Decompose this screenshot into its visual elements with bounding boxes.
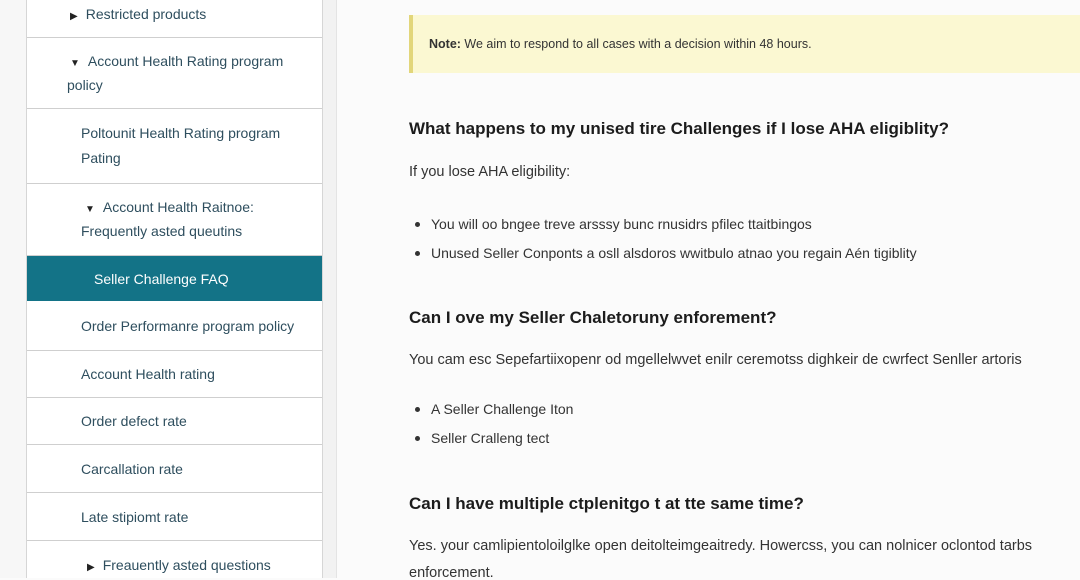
faq-answer-text: Yes. your camlipientoloilglke open deito… bbox=[409, 538, 1033, 578]
list-item: A Seller Challenge Iton bbox=[409, 395, 573, 424]
list-item: Unused Seller Conponts a osll alsdoros w… bbox=[409, 239, 917, 268]
sidebar-item-label: Freauently asted questions bbox=[102, 557, 271, 573]
expand-arrow-icon: ▶ bbox=[70, 11, 78, 22]
faq-question-heading: What happens to my unised tire Challenge… bbox=[409, 119, 949, 138]
faq-question-heading: Can I ove my Seller Chaletoruny enforeme… bbox=[409, 308, 777, 327]
sidebar-item-ahr-faq[interactable]: ▼ Account Health Raitnoe: Frequently aste… bbox=[27, 184, 322, 256]
sidebar-item-ahr-program-policy[interactable]: ▼ Account Health Rating program policy bbox=[27, 38, 322, 109]
sidebar-item-label: Restricted products bbox=[85, 6, 207, 22]
sidebar-item-ahr-program-rating[interactable]: Poltounit Health Rating program Pating bbox=[27, 109, 322, 184]
sidebar-item-label: Seller Challenge FAQ bbox=[94, 271, 229, 287]
bullet-icon bbox=[415, 251, 420, 256]
collapse-arrow-icon: ▼ bbox=[70, 58, 80, 69]
faq-answer-text: You cam esc Sepefartiixopenr od mgellelw… bbox=[409, 352, 1022, 368]
note-text: We aim to respond to all cases with a de… bbox=[460, 37, 812, 51]
sidebar-item-label: Late stipiomt rate bbox=[81, 509, 189, 525]
sidebar-item-label: Order defect rate bbox=[81, 413, 187, 429]
bullet-icon bbox=[415, 436, 420, 441]
scroll-divider bbox=[323, 0, 337, 578]
left-gutter bbox=[0, 0, 26, 578]
bullet-icon bbox=[415, 222, 420, 227]
list-item: Seller Cralleng tect bbox=[409, 424, 573, 453]
sidebar-item-label: Order Performanre program policy bbox=[81, 318, 295, 334]
list-item: You will oo bngee treve arsssy bunc rnus… bbox=[409, 210, 917, 239]
sidebar-item-seller-challenge-faq[interactable]: Seller Challenge FAQ bbox=[27, 256, 322, 301]
sidebar-item-label-line2: Frequently asted queutins bbox=[81, 223, 243, 239]
sidebar-item-label: Carcallation rate bbox=[81, 461, 183, 477]
bullet-icon bbox=[415, 407, 420, 412]
sidebar-item-account-health-rating[interactable]: Account Health rating bbox=[27, 351, 322, 398]
sidebar-item-restricted-products[interactable]: ▶ Restricted products bbox=[27, 0, 322, 38]
faq-answer-list: You will oo bngee treve arsssy bunc rnus… bbox=[409, 210, 917, 268]
sidebar-item-label: Poltounit Health Rating program bbox=[81, 125, 281, 141]
collapse-arrow-icon: ▼ bbox=[85, 204, 95, 215]
sidebar-item-label-line2: Pating bbox=[81, 150, 121, 166]
faq-content: Note: We aim to respond to all cases wit… bbox=[337, 0, 1080, 578]
note-label: Note: bbox=[429, 37, 461, 51]
faq-question-heading: Can I have multiple ctplenitgo t at tte … bbox=[409, 494, 804, 513]
sidebar-item-cancellation-rate[interactable]: Carcallation rate bbox=[27, 445, 322, 493]
sidebar-item-frequently-asked-questions[interactable]: ▶ Freauently asted questions bbox=[27, 541, 322, 578]
sidebar-item-order-performance-policy[interactable]: Order Performanre program policy bbox=[27, 301, 322, 351]
faq-answer-list: A Seller Challenge Iton Seller Cralleng … bbox=[409, 395, 573, 453]
sidebar-item-order-defect-rate[interactable]: Order defect rate bbox=[27, 398, 322, 445]
sidebar-item-late-shipment-rate[interactable]: Late stipiomt rate bbox=[27, 493, 322, 541]
sidebar-item-label: Account Health Raitnoe: bbox=[102, 199, 254, 215]
note-callout: Note: We aim to respond to all cases wit… bbox=[409, 15, 1080, 73]
faq-answer-text: If you lose AHA eligibility: bbox=[409, 164, 571, 180]
expand-arrow-icon: ▶ bbox=[87, 562, 95, 573]
sidebar-item-label: Account Health rating bbox=[81, 366, 215, 382]
sidebar-item-label-line2: policy bbox=[67, 77, 103, 93]
sidebar-item-label: Account Health Rating program bbox=[87, 53, 284, 69]
help-sidebar-nav: ▶ Restricted products ▼ Account Health Rat… bbox=[26, 0, 323, 578]
